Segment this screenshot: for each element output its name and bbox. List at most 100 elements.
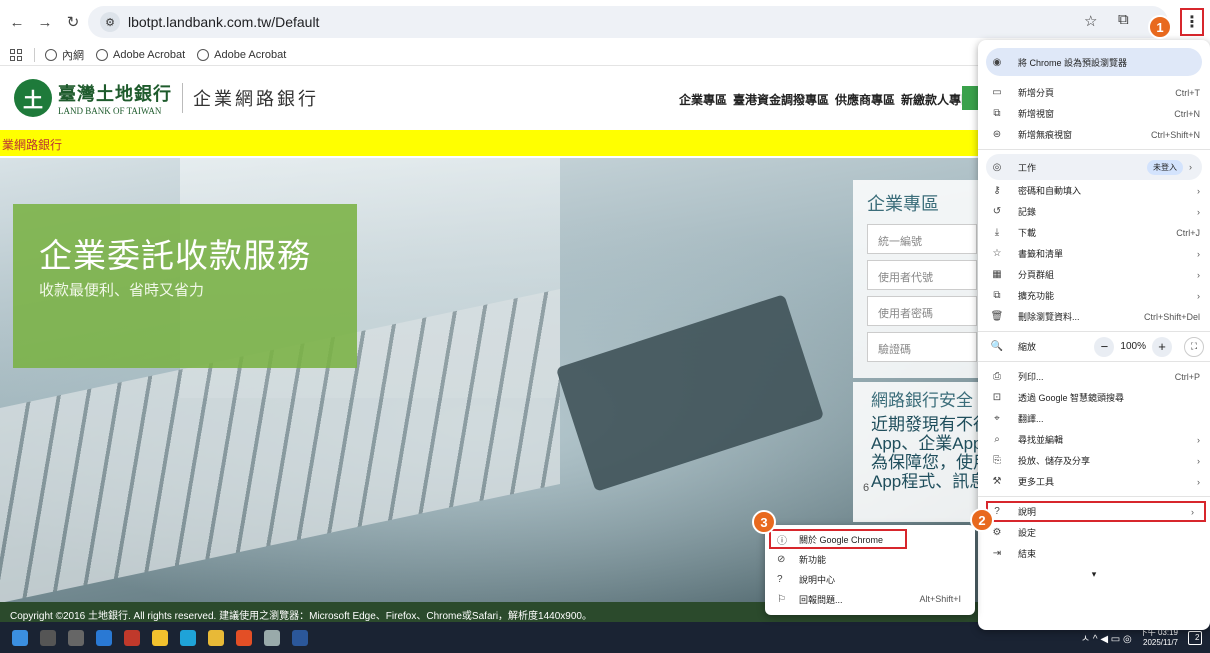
menu-bookmarks[interactable]: ☆ 書籤和清單 › [978, 243, 1210, 264]
back-icon[interactable]: ← [6, 11, 28, 33]
search-icon[interactable] [40, 629, 56, 646]
url-text[interactable]: lbotpt.landbank.com.tw/Default [128, 14, 319, 30]
menu-more-tools[interactable]: ⚒ 更多工具 › [978, 471, 1210, 492]
submenu-about-chrome[interactable]: ⓘ 關於 Google Chrome [769, 529, 907, 549]
address-bar[interactable]: ⚙ lbotpt.landbank.com.tw/Default [88, 6, 1168, 38]
site-info-icon[interactable]: ⚙ [100, 12, 120, 32]
menu-lens[interactable]: ⊡ 透過 Google 智慧鏡頭搜尋 [978, 387, 1210, 408]
menu-separator [978, 496, 1210, 497]
find-icon: ⌕ [994, 434, 1000, 445]
logo-subtitle: 企業網路銀行 [193, 89, 319, 110]
hero-subtitle: 收款最便利、省時又省力 [39, 282, 205, 299]
menu-zoom: 🔍 縮放 − 100% + ⛶ [978, 336, 1210, 357]
tray-icons[interactable]: ㅅ ^ ◀ ▭ ◎ [1081, 630, 1132, 645]
download-icon: ⤓ [994, 227, 1000, 238]
chevron-right-icon: › [1191, 506, 1194, 517]
marquee-text: 業網路銀行 [2, 138, 63, 152]
bookmark-star-icon[interactable]: ☆ [1084, 12, 1097, 30]
site-logo[interactable]: 土 臺灣土地銀行 LAND BANK OF TAIWAN 企業網路銀行 [14, 79, 319, 117]
app-icon[interactable] [152, 629, 168, 646]
outlook-icon[interactable] [96, 629, 112, 646]
menu-help[interactable]: ? 說明 › [986, 501, 1206, 522]
chevron-right-icon: › [1197, 206, 1200, 217]
apps-icon[interactable] [10, 48, 22, 61]
tab-groups-icon: ▦ [992, 269, 1002, 280]
word-icon[interactable] [292, 629, 308, 646]
menu-incognito[interactable]: ⊜ 新增無痕視窗 Ctrl+Shift+N [978, 124, 1210, 145]
chrome-icon[interactable] [236, 629, 252, 646]
bookmarks-separator [34, 47, 35, 62]
menu-find-edit[interactable]: ⌕ 尋找並編輯 › [978, 429, 1210, 450]
key-icon: ⚷ [993, 185, 1001, 196]
submenu-help-center[interactable]: ? 說明中心 [765, 569, 975, 589]
password-field[interactable]: 使用者密碼 [867, 296, 977, 326]
menu-cast-save[interactable]: ⎘ 投放、儲存及分享 › [978, 450, 1210, 471]
chevron-right-icon: › [1189, 162, 1192, 172]
help-submenu: ⓘ 關於 Google Chrome ⊘ 新功能 ? 說明中心 ⚐ 回報問題..… [765, 525, 975, 615]
extensions-icon[interactable]: ⧉ [1118, 11, 1129, 28]
menu-passwords[interactable]: ⚷ 密碼和自動填入 › [978, 180, 1210, 201]
bookmark-item[interactable]: 內網 [45, 47, 84, 63]
menu-settings[interactable]: ⚙ 設定 [978, 522, 1210, 543]
notification-icon[interactable]: 2 [1188, 630, 1202, 645]
submenu-whats-new[interactable]: ⊘ 新功能 [765, 549, 975, 569]
menu-separator [978, 331, 1210, 332]
clock[interactable]: 下午 03:19 2025/11/7 [1140, 628, 1178, 648]
menu-downloads[interactable]: ⤓ 下載 Ctrl+J [978, 222, 1210, 243]
menu-extensions[interactable]: ⧉ 擴充功能 › [978, 285, 1210, 306]
menu-history[interactable]: ↺ 記錄 › [978, 201, 1210, 222]
notice-body: 近期發現有不行App、企業App，為保障您，使用App程式、訊息 [871, 415, 983, 491]
chrome-menu-button[interactable]: ⋮ [1180, 8, 1204, 36]
file-explorer-icon[interactable] [208, 629, 224, 646]
nav-hk-transfer[interactable]: 臺港資金調撥專區 [733, 91, 829, 108]
translate-icon: ⌖ [994, 413, 1000, 424]
footer-copyright: Copyright ©2016 土地銀行. All rights reserve… [10, 611, 592, 622]
app-icon[interactable] [124, 629, 140, 646]
hero-title: 企業委託收款服務 [39, 237, 311, 274]
menu-separator [978, 149, 1210, 150]
user-id-field[interactable]: 使用者代號 [867, 260, 977, 290]
zoom-in-button[interactable]: + [1152, 336, 1172, 357]
chrome-icon: ◉ [992, 56, 1002, 68]
submenu-report-issue[interactable]: ⚐ 回報問題... Alt+Shift+I [765, 589, 975, 609]
menu-profile[interactable]: ◎ 工作 未登入 › [986, 154, 1202, 180]
zoom-out-button[interactable]: − [1094, 336, 1115, 357]
menu-exit[interactable]: ⇥ 結束 [978, 543, 1210, 564]
bookmark-item[interactable]: Adobe Acrobat [197, 48, 286, 61]
chrome-main-menu: ◉ 將 Chrome 設為預設瀏覽器 ▭ 新增分頁 Ctrl+T ⧉ 新增視窗 … [978, 40, 1210, 630]
printer-icon: ⎙ [993, 371, 1001, 382]
menu-clear-data[interactable]: 🗑 刪除瀏覽資料... Ctrl+Shift+Del [978, 306, 1210, 327]
nav-enterprise[interactable]: 企業專區 [679, 91, 727, 108]
menu-new-tab[interactable]: ▭ 新增分頁 Ctrl+T [978, 82, 1210, 103]
menu-tab-groups[interactable]: ▦ 分頁群組 › [978, 264, 1210, 285]
gear-icon: ⚙ [992, 527, 1002, 538]
start-icon[interactable] [12, 629, 28, 646]
captcha-field[interactable]: 驗證碼 [867, 332, 977, 362]
logo-name-en: LAND BANK OF TAIWAN [58, 106, 162, 116]
forward-icon[interactable]: → [34, 11, 56, 33]
zoom-value: 100% [1120, 341, 1146, 352]
company-id-field[interactable]: 統一編號 [867, 224, 977, 254]
edge-icon[interactable] [180, 629, 196, 646]
notice-title: 網路銀行安全 [871, 391, 973, 410]
hero-card: 企業委託收款服務 收款最便利、省時又省力 [13, 204, 357, 368]
nav-supplier[interactable]: 供應商專區 [835, 91, 895, 108]
menu-translate[interactable]: ⌖ 翻譯... [978, 408, 1210, 429]
globe-icon [45, 48, 57, 61]
chevron-right-icon: › [1197, 269, 1200, 280]
new-window-icon: ⧉ [993, 108, 1001, 119]
app-icon[interactable] [264, 629, 280, 646]
chevron-right-icon: › [1197, 290, 1200, 301]
menu-set-default[interactable]: ◉ 將 Chrome 設為預設瀏覽器 [986, 48, 1202, 76]
landbank-logo-icon: 土 [14, 79, 52, 117]
menu-new-window[interactable]: ⧉ 新增視窗 Ctrl+N [978, 103, 1210, 124]
step-badge-2: 2 [970, 508, 994, 532]
task-view-icon[interactable] [68, 629, 84, 646]
menu-print[interactable]: ⎙ 列印... Ctrl+P [978, 366, 1210, 387]
notice-page-marker: 6 [863, 482, 870, 494]
reload-icon[interactable]: ↻ [62, 11, 84, 33]
signin-badge: 未登入 [1147, 159, 1183, 175]
chevron-right-icon: › [1197, 434, 1200, 445]
bookmark-item[interactable]: Adobe Acrobat [96, 48, 185, 61]
fullscreen-icon[interactable]: ⛶ [1184, 336, 1204, 357]
